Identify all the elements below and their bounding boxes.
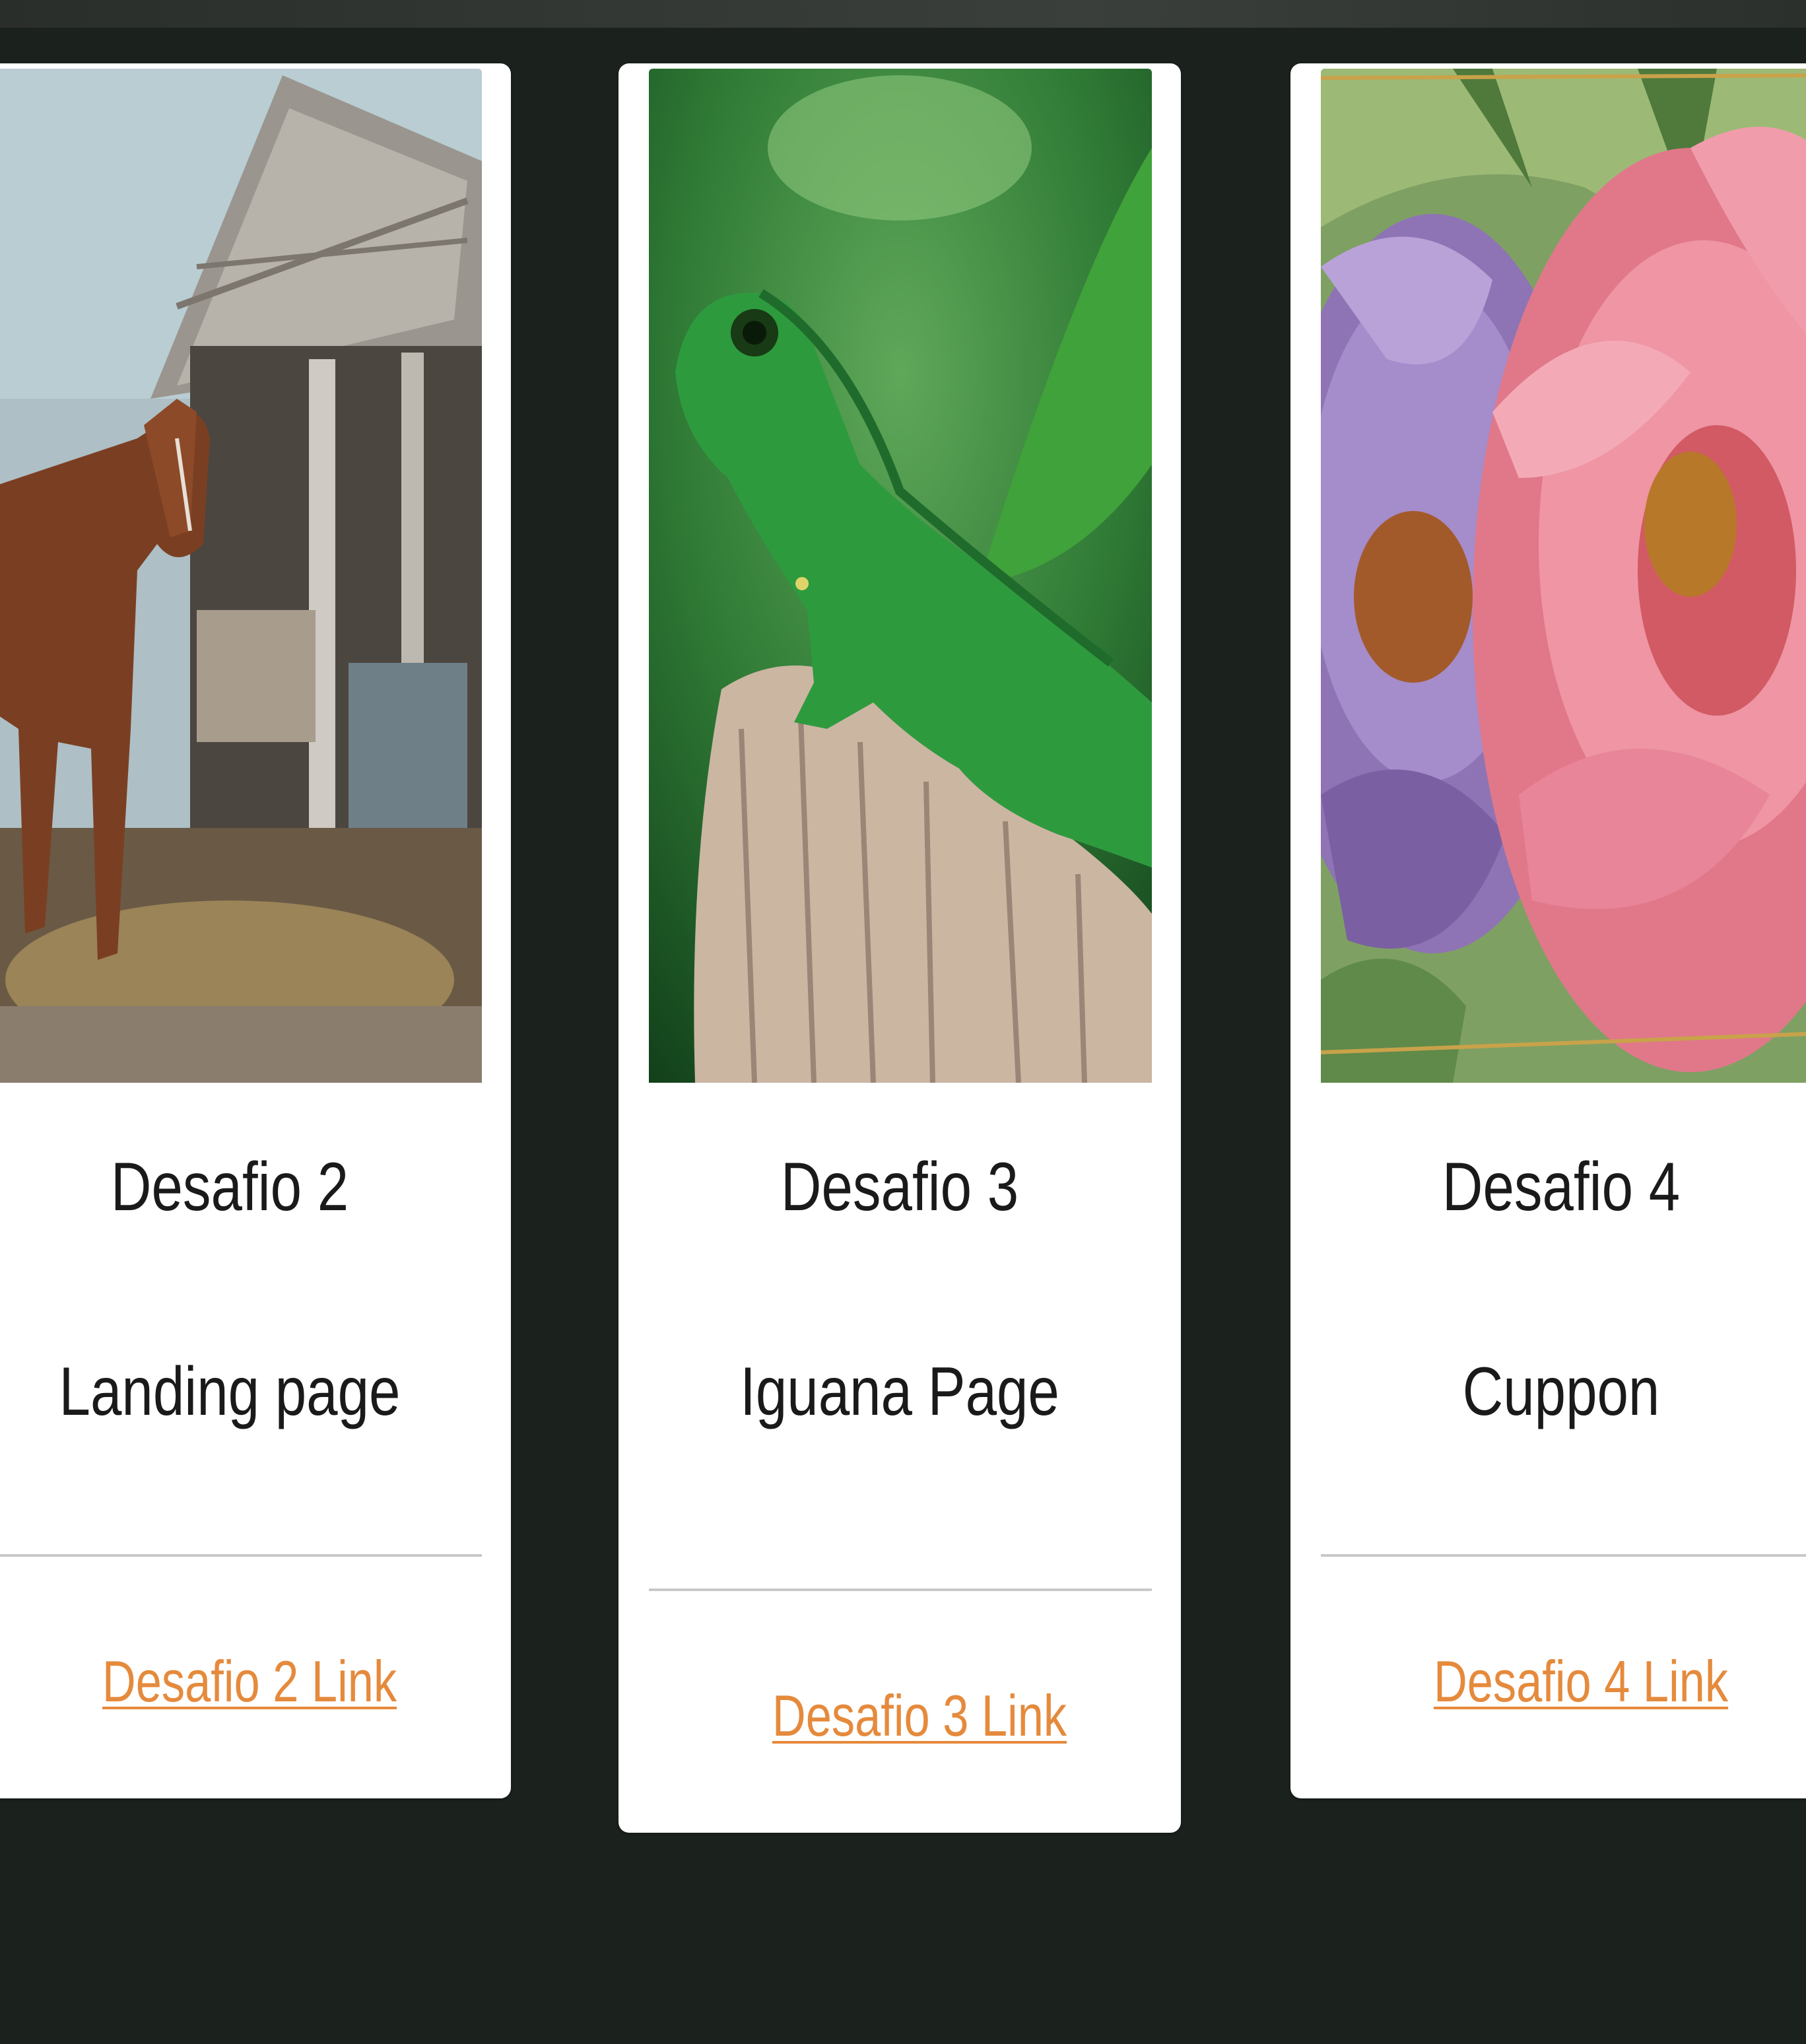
top-bar bbox=[0, 0, 1806, 28]
card-subtitle: Landing page bbox=[59, 1353, 401, 1430]
card-divider bbox=[1321, 1554, 1806, 1557]
card-subtitle: Cuppon bbox=[1462, 1353, 1660, 1430]
card-link-row: Desafio 3 Link bbox=[694, 1682, 1145, 1749]
project-card-desafio-3: Desafio 3 Iguana Page Desafio 3 Link bbox=[619, 63, 1181, 1833]
horse-barn-image bbox=[0, 69, 482, 1083]
card-link-row: Desafio 2 Link bbox=[24, 1648, 475, 1715]
desafio-3-link[interactable]: Desafio 3 Link bbox=[772, 1683, 1067, 1748]
peony-flowers-image bbox=[1321, 69, 1806, 1083]
iguana-image bbox=[649, 69, 1152, 1083]
card-link-row: Desafio 4 Link bbox=[1364, 1648, 1797, 1715]
card-divider bbox=[649, 1588, 1152, 1591]
desafio-4-link[interactable]: Desafio 4 Link bbox=[1434, 1649, 1728, 1714]
card-divider bbox=[0, 1554, 482, 1557]
card-subtitle: Iguana Page bbox=[740, 1353, 1059, 1430]
desafio-2-link[interactable]: Desafio 2 Link bbox=[102, 1649, 397, 1714]
card-title: Desafio 4 bbox=[1442, 1149, 1681, 1225]
project-card-desafio-2: Desafio 2 Landing page Desafio 2 Link bbox=[0, 63, 511, 1798]
card-title: Desafio 3 bbox=[780, 1149, 1019, 1225]
project-card-desafio-4: Desafio 4 Cuppon Desafio 4 Link bbox=[1290, 63, 1806, 1798]
card-title: Desafio 2 bbox=[110, 1149, 349, 1225]
